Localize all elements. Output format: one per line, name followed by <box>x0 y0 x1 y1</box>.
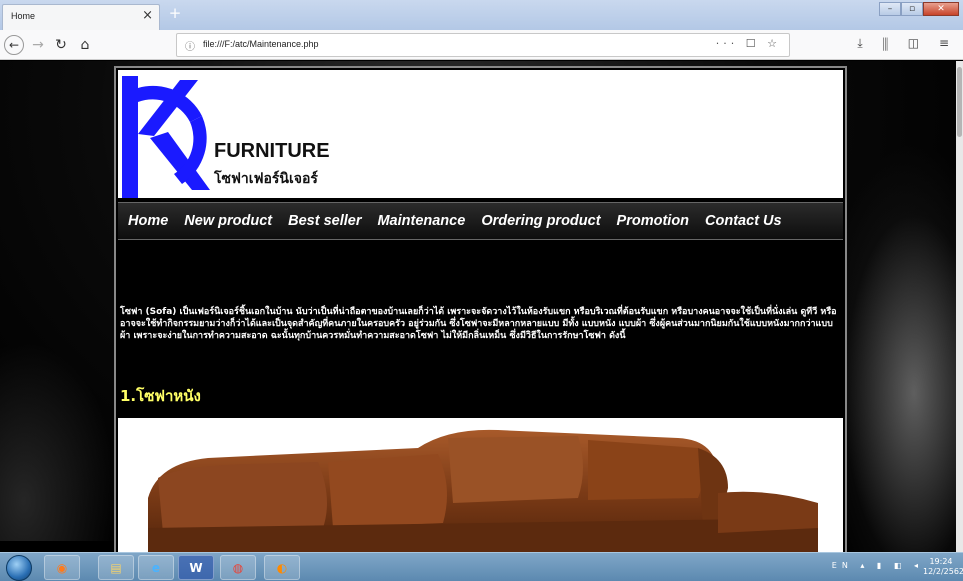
firefox-icon[interactable]: ◐ <box>264 555 300 580</box>
language-indicator[interactable]: EN <box>832 561 853 570</box>
leather-sofa-image <box>118 418 843 552</box>
home-icon[interactable]: ⌂ <box>76 35 94 55</box>
url-actions[interactable]: ··· ☐ ☆ <box>716 37 781 50</box>
menu-maintenance[interactable]: Maintenance <box>377 213 465 229</box>
intro-paragraph: โซฟา (Sofa) เป็นเฟอร์นิเจอร์ชิ้นเอกในบ้า… <box>120 307 837 341</box>
file-explorer-icon[interactable]: ▤ <box>98 555 134 580</box>
windows-taskbar: ◉ ▤ e W ◍ ◐ EN ▴ ▮ ◧ ◂ 19:24 12/2/2562 <box>0 552 963 581</box>
chrome-icon[interactable]: ◍ <box>220 555 256 580</box>
info-icon[interactable]: ⓘ <box>185 38 195 53</box>
tab-bar: Home × + – ▫ ✕ <box>0 0 963 30</box>
forward-button[interactable]: → <box>30 35 46 55</box>
main-menu: Home New product Best seller Maintenance… <box>118 202 843 240</box>
background-smoke-left <box>0 341 120 541</box>
scrollbar-thumb[interactable] <box>957 67 962 137</box>
menu-promotion[interactable]: Promotion <box>617 213 690 229</box>
word-icon[interactable]: W <box>178 555 214 580</box>
window-controls: – ▫ ✕ <box>879 2 959 16</box>
navigation-bar: ← → ↻ ⌂ ⓘ file:///F:/atc/Maintenance.php… <box>0 30 963 60</box>
new-tab-button[interactable]: + <box>166 5 184 23</box>
browser-tab[interactable]: Home × <box>2 4 160 30</box>
site-header: FURNITURE โซฟาเฟอร์นิเจอร์ <box>118 70 843 198</box>
menu-ordering-product[interactable]: Ordering product <box>481 213 600 229</box>
menu-home[interactable]: Home <box>128 213 168 229</box>
clock[interactable]: 19:24 12/2/2562 <box>923 557 963 577</box>
start-button[interactable] <box>6 555 32 581</box>
page-scrollbar[interactable] <box>956 61 963 552</box>
system-tray[interactable]: EN ▴ ▮ ◧ ◂ <box>832 561 923 570</box>
page-container: FURNITURE โซฟาเฟอร์นิเจอร์ Home New prod… <box>114 66 847 552</box>
reload-button[interactable]: ↻ <box>52 35 70 55</box>
url-text[interactable]: file:///F:/atc/Maintenance.php <box>203 39 319 49</box>
clock-date: 12/2/2562 <box>923 567 963 576</box>
minimize-button[interactable]: – <box>879 2 901 16</box>
close-tab-icon[interactable]: × <box>142 8 153 24</box>
toolbar-icons[interactable]: ⤓ ⫼ ◫ ≡ <box>857 36 957 51</box>
page-viewport: FURNITURE โซฟาเฟอร์นิเจอร์ Home New prod… <box>0 61 956 552</box>
url-bar[interactable]: ⓘ file:///F:/atc/Maintenance.php ··· ☐ ☆ <box>176 33 790 57</box>
tab-title: Home <box>11 11 36 21</box>
section-heading: 1.โซฟาหนัง <box>120 387 201 405</box>
internet-explorer-icon[interactable]: e <box>138 555 174 580</box>
menu-contact-us[interactable]: Contact Us <box>705 213 782 229</box>
back-button[interactable]: ← <box>4 35 24 55</box>
k-logo-icon <box>122 76 210 198</box>
menu-best-seller[interactable]: Best seller <box>288 213 361 229</box>
menu-new-product[interactable]: New product <box>184 213 272 229</box>
brand-name-thai: โซฟาเฟอร์นิเจอร์ <box>214 171 318 187</box>
media-player-icon[interactable]: ◉ <box>44 555 80 580</box>
brand-name: FURNITURE <box>214 140 330 162</box>
clock-time: 19:24 <box>929 557 953 566</box>
close-window-button[interactable]: ✕ <box>923 2 959 16</box>
maximize-button[interactable]: ▫ <box>901 2 923 16</box>
